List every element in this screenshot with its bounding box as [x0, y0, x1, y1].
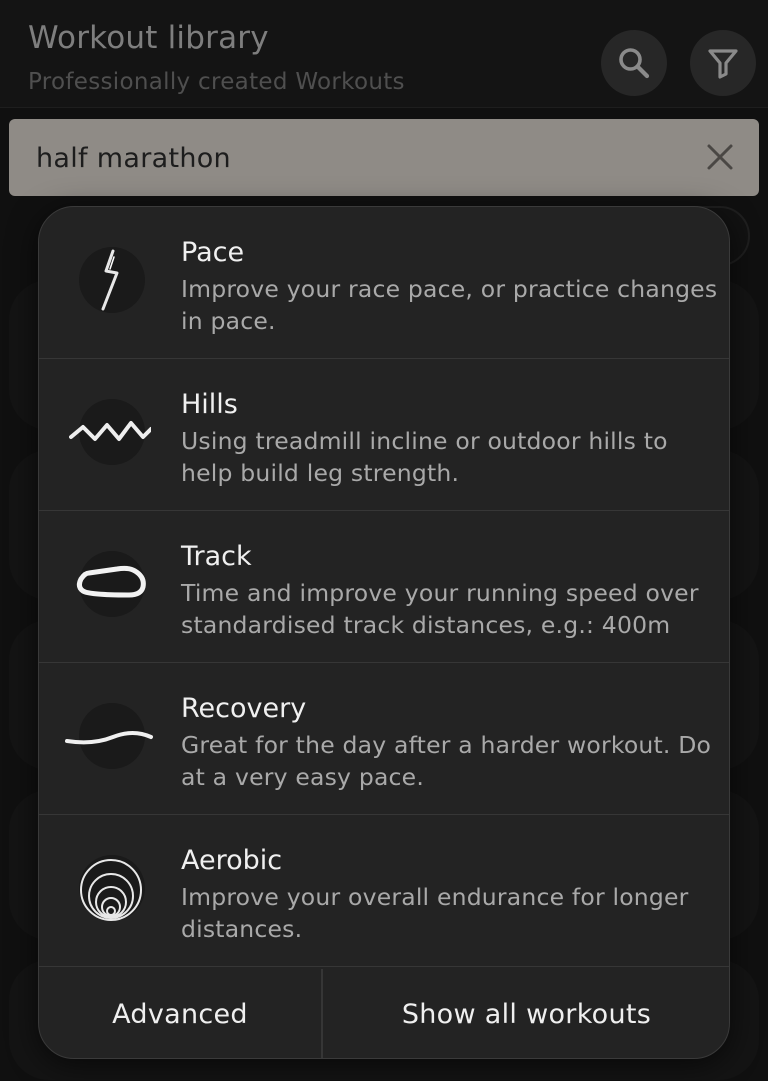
- advanced-button[interactable]: Advanced: [39, 969, 321, 1058]
- menu-item-title: Recovery: [181, 693, 307, 724]
- menu-item-description: Great for the day after a harder workout…: [181, 731, 712, 791]
- hills-zigzag-icon: [69, 395, 151, 471]
- page-subtitle: Professionally created Workouts: [28, 69, 405, 95]
- show-all-workouts-button[interactable]: Show all workouts: [322, 969, 729, 1058]
- menu-item-pace[interactable]: Pace Improve your race pace, or practice…: [39, 207, 729, 359]
- app-header: Workout library Professionally created W…: [0, 0, 768, 108]
- menu-footer: Advanced Show all workouts: [39, 969, 729, 1058]
- page-title: Workout library: [28, 20, 269, 56]
- search-input[interactable]: half marathon: [36, 143, 231, 174]
- workout-library-screen: Workout library Professionally created W…: [0, 0, 768, 1081]
- menu-item-aerobic[interactable]: Aerobic Improve your overall endurance f…: [39, 815, 729, 967]
- search-field[interactable]: half marathon: [9, 119, 759, 196]
- pace-bolt-icon: [73, 243, 149, 319]
- workout-type-menu: Pace Improve your race pace, or practice…: [38, 206, 730, 1059]
- search-button[interactable]: [601, 30, 667, 96]
- menu-item-recovery[interactable]: Recovery Great for the day after a harde…: [39, 663, 729, 815]
- menu-item-description: Improve your overall endurance for longe…: [181, 883, 689, 943]
- menu-item-title: Pace: [181, 237, 245, 268]
- menu-item-description: Using treadmill incline or outdoor hills…: [181, 427, 668, 487]
- aerobic-rings-icon: [73, 851, 149, 927]
- filter-icon: [708, 49, 738, 79]
- menu-item-track[interactable]: Track Time and improve your running spee…: [39, 511, 729, 663]
- filter-button[interactable]: [690, 30, 756, 96]
- menu-item-description: Time and improve your running speed over…: [181, 579, 699, 639]
- menu-item-title: Track: [181, 541, 252, 572]
- menu-item-hills[interactable]: Hills Using treadmill incline or outdoor…: [39, 359, 729, 511]
- menu-item-title: Hills: [181, 389, 238, 420]
- recovery-wave-icon: [65, 699, 153, 775]
- menu-item-title: Aerobic: [181, 845, 283, 876]
- menu-item-description: Improve your race pace, or practice chan…: [181, 275, 718, 335]
- clear-search-icon[interactable]: [703, 140, 737, 174]
- track-oval-icon: [73, 547, 149, 623]
- search-icon: [619, 48, 650, 79]
